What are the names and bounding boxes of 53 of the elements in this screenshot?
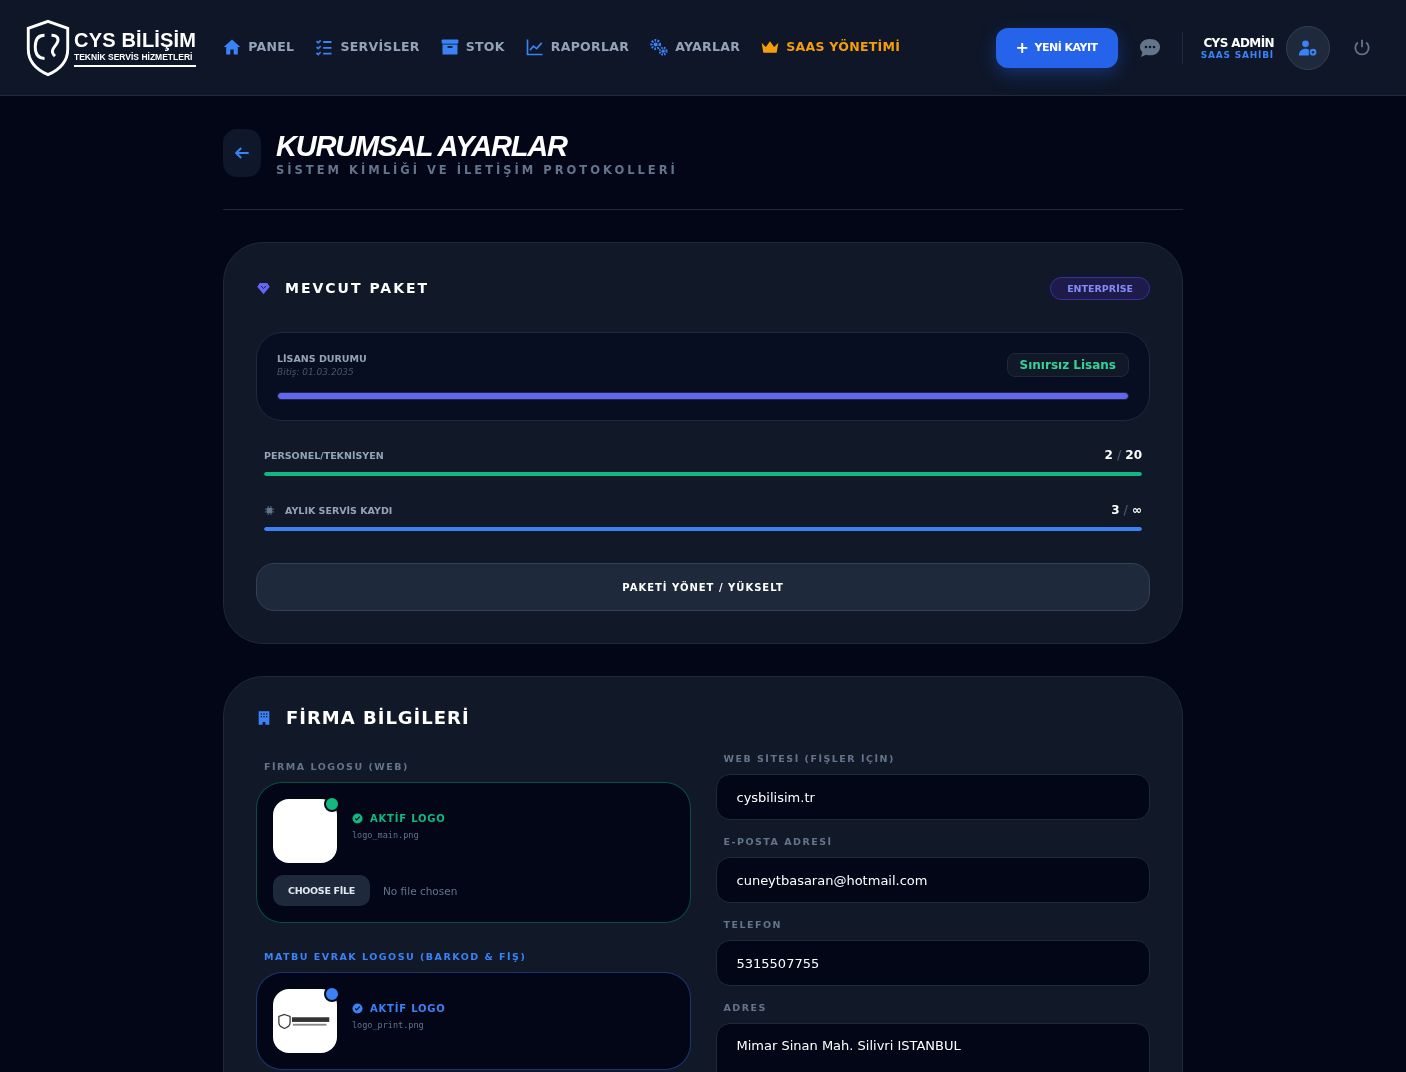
field-label: TELEFON: [723, 919, 784, 930]
page-subtitle: SİSTEM KİMLİĞİ VE İLETİŞİM PROTOKOLLERİ: [276, 163, 678, 177]
separator-slash: /: [1123, 503, 1128, 517]
input-field[interactable]: cuneytbasaran@hotmail.com: [715, 857, 1150, 903]
field-label: E-POSTA ADRESİ: [723, 836, 834, 847]
new-record-button[interactable]: + YENİ KAYIT: [995, 27, 1118, 68]
nav-link[interactable]: SERVİSLER: [314, 36, 420, 57]
file-status: No file chosen: [383, 884, 458, 897]
license-status: Sınırsız Lisans: [1006, 353, 1129, 377]
expiry-date: Bitiş: 01.03.2035: [277, 367, 355, 377]
logo-status: AKTİF LOGO: [370, 812, 446, 824]
section-title: MEVCUT PAKET: [285, 280, 430, 296]
user-role: SAAS SAHİBİ: [1200, 49, 1274, 60]
logo-subtitle: TEKNİK SERVİS HİZMETLERİ: [74, 51, 197, 67]
nav-link[interactable]: AYARLAR: [649, 36, 741, 57]
usage-count: 2: [1104, 448, 1113, 462]
limit-label: AYLIK SERVİS KAYDI: [285, 504, 393, 516]
section-title: FİRMA BİLGİLERİ: [286, 707, 470, 728]
shield-logo-icon: [24, 18, 72, 77]
logo-title: CYS BİLİŞİM: [74, 28, 197, 52]
usage-limit: ∞: [1132, 503, 1142, 517]
limit-label: PERSONEL/TEKNİSYEN: [264, 449, 384, 461]
nav-link[interactable]: PANEL: [222, 36, 295, 57]
check-circle-icon: [352, 1002, 363, 1014]
check-circle-icon: [352, 812, 363, 824]
input-field[interactable]: 5315507755: [715, 940, 1150, 986]
logo-status: AKTİF LOGO: [370, 1002, 446, 1014]
usage-count: 3: [1111, 503, 1120, 517]
nav-link[interactable]: STOK: [439, 36, 505, 57]
usage-limit: 20: [1125, 448, 1142, 462]
address-field[interactable]: Mimar Sinan Mah. Silivri ISTANBUL: [715, 1023, 1150, 1072]
field-label: ADRES: [723, 1002, 768, 1013]
power-icon: [1352, 37, 1372, 58]
back-button[interactable]: [223, 129, 261, 177]
user-name: CYS ADMİN: [1203, 35, 1274, 50]
field-label: MATBU EVRAK LOGOSU (BARKOD & FİŞ): [264, 951, 528, 962]
page-title: KURUMSAL AYARLAR: [276, 129, 569, 162]
license-label: LİSANS DURUMU: [277, 353, 367, 364]
input-field[interactable]: cysbilisim.tr: [715, 774, 1150, 820]
file-name: logo_main.png: [352, 829, 420, 840]
manage-package-button[interactable]: PAKETİ YÖNET / YÜKSELT: [256, 563, 1150, 611]
choose-file-button[interactable]: CHOOSE FİLE: [273, 875, 370, 906]
gem-icon: [256, 280, 271, 296]
separator-slash: /: [1116, 448, 1122, 462]
logout-button[interactable]: [1352, 37, 1372, 58]
field-label: FİRMA LOGOSU (WEB): [264, 761, 410, 772]
settings-icon: [649, 36, 670, 57]
avatar-button[interactable]: [1286, 25, 1330, 70]
plan-badge: ENTERPRİSE: [1050, 276, 1150, 300]
file-name: logo_print.png: [352, 1019, 425, 1030]
nav-link[interactable]: RAPORLAR: [524, 36, 630, 57]
field-label: WEB SİTESİ (FİŞLER İÇİN): [723, 753, 896, 764]
nav-link[interactable]: SAAS YÖNETİMİ: [760, 36, 901, 57]
